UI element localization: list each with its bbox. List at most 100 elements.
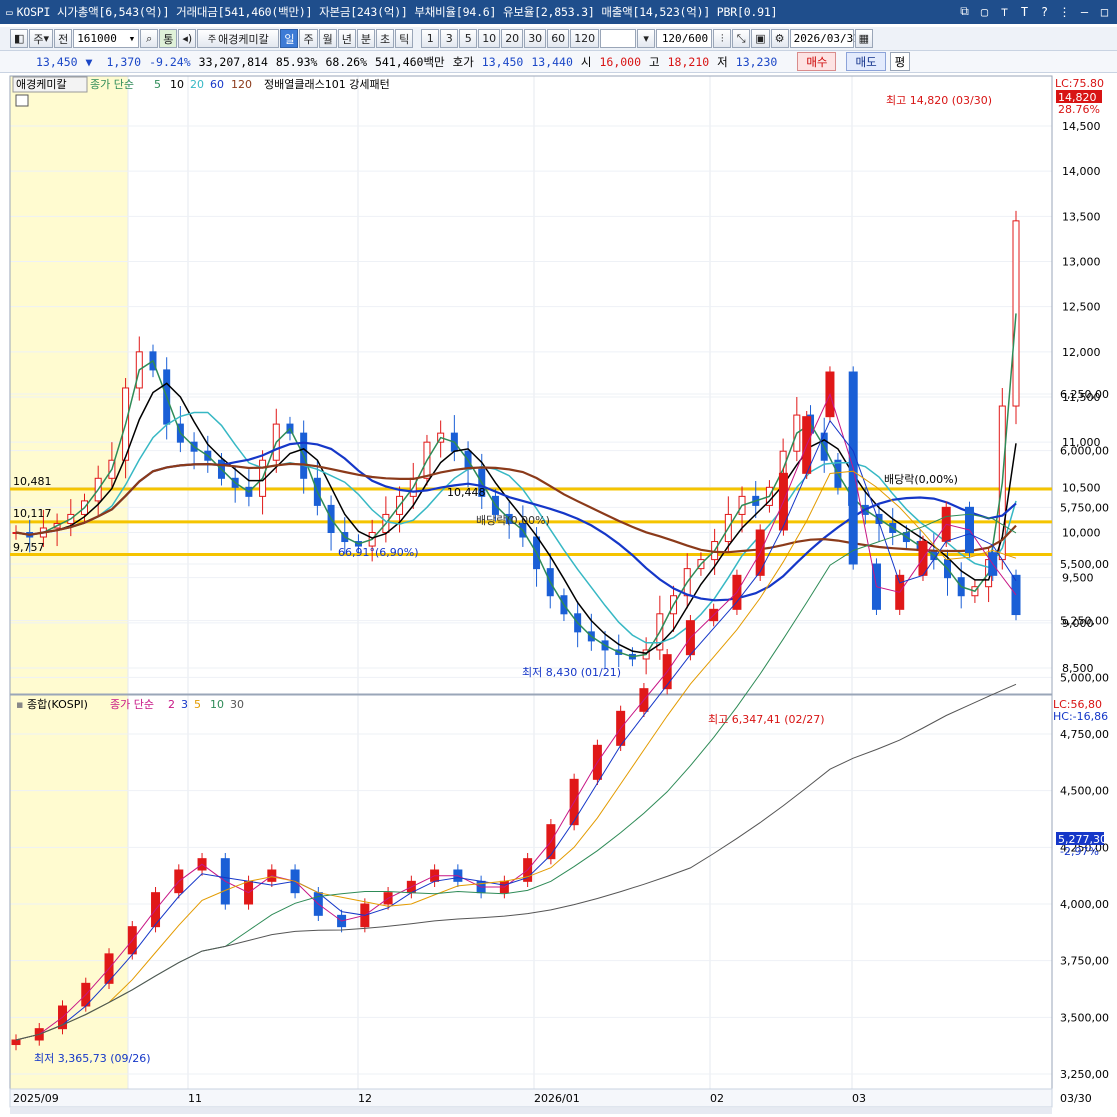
high-label: 고: [649, 54, 660, 69]
sub-last-pct: -2,97%: [1060, 845, 1099, 858]
ma-60-label: 60: [210, 78, 224, 91]
title-bar: ▭ KOSPI 시가총액[6,543(억)] 거래대금[541,460(백만)]…: [0, 0, 1117, 24]
layout-icon[interactable]: ◧: [10, 29, 29, 48]
x-label-5: 03: [852, 1092, 866, 1105]
help-icon[interactable]: ?: [1036, 3, 1053, 20]
sub-y-tick-11: 3,500,00: [1060, 1011, 1109, 1024]
minute-20[interactable]: 20: [501, 29, 524, 48]
chevron-down-icon[interactable]: ▾: [637, 29, 656, 48]
hoga-label: 호가: [452, 54, 474, 69]
main-last-pct: 28.76%: [1058, 103, 1100, 116]
stock-name[interactable]: 주 애경케미칼: [197, 29, 280, 48]
sub-y-tick-7: 4,500,00: [1060, 785, 1109, 798]
minimize-icon[interactable]: –: [1076, 3, 1093, 20]
calendar-icon[interactable]: ▦: [854, 29, 873, 48]
table-icon[interactable]: [15, 94, 29, 107]
minute-10[interactable]: 10: [478, 29, 501, 48]
ma-10-label: 10: [170, 78, 184, 91]
minute-60[interactable]: 60: [547, 29, 570, 48]
ratio2: 68.26%: [325, 54, 367, 69]
main-lc: LC:75.80: [1055, 77, 1104, 90]
main-y-tick-0: 14,500: [1062, 120, 1101, 133]
dots-icon[interactable]: ⋮: [1056, 3, 1073, 20]
code-input[interactable]: 161000 ▾: [73, 29, 140, 48]
tab-month[interactable]: 월: [318, 29, 337, 48]
minute-120[interactable]: 120: [570, 29, 600, 48]
level-label-1: 10,481: [13, 475, 52, 488]
minute-5[interactable]: 5: [459, 29, 478, 48]
quote-bar: 13,450 ▼ 1,370 -9.24% 33,207,814 85.93% …: [0, 51, 1117, 73]
sub-y-tick-5: 5,000,00: [1060, 671, 1109, 684]
sub-candle-43: [1011, 574, 1021, 616]
chart-svg[interactable]: 14,50014,00013,50013,00012,50012,00011,5…: [0, 74, 1117, 1114]
date-input[interactable]: 2026/03/31: [789, 29, 860, 48]
avg-button[interactable]: 평: [889, 52, 911, 71]
buy-button[interactable]: 매수: [797, 52, 837, 71]
save-icon[interactable]: ▣: [751, 29, 770, 48]
sub-y-tick-0: 6,250,00: [1060, 388, 1109, 401]
minute-3[interactable]: 3: [440, 29, 459, 48]
main-legend-ma: 종가 단순: [90, 78, 134, 91]
annot-dividend-2: 배당락(0,00%): [884, 473, 958, 486]
main-y-tick-4: 12,500: [1062, 301, 1101, 314]
draw-tool-icon[interactable]: ⤡: [732, 29, 751, 48]
window-icon[interactable]: ▭: [6, 6, 13, 19]
chart-area[interactable]: 14,500 14,000 13,500 13,000 12,500 12,000 11,5…: [0, 74, 1117, 1114]
sub-ma-2: 2: [168, 698, 175, 711]
x-label-6: 03/30: [1060, 1092, 1092, 1105]
range-input[interactable]: 120/600: [656, 29, 713, 48]
sub-y-tick-2: 5,750,00: [1060, 501, 1109, 514]
sound-icon[interactable]: ◂): [178, 29, 197, 48]
bid-price: 13,440: [531, 54, 573, 69]
sub-ma-5: 5: [194, 698, 201, 711]
volume-ratio: 85.93%: [275, 54, 318, 69]
annot-angle: 66,91°(6,90%): [338, 546, 419, 559]
copy-icon[interactable]: ⧉: [956, 3, 973, 20]
sub-index-name[interactable]: ▪ 종합(KOSPI): [16, 698, 88, 711]
minute-1[interactable]: 1: [421, 29, 440, 48]
search-icon[interactable]: ⌕: [140, 29, 159, 48]
change-value: 1,370: [106, 54, 142, 69]
low-label: 저: [717, 54, 728, 69]
x-label-2: 12: [358, 1092, 372, 1105]
sub-ma-10: 10: [210, 698, 224, 711]
main-stock-name[interactable]: 애경케미칼: [16, 78, 67, 91]
max-label: 최고 14,820 (03/30): [886, 94, 992, 107]
title-text: KOSPI 시가총액[6,543(억)] 거래대금[541,460(백만)] 자…: [16, 5, 778, 19]
gear-icon[interactable]: ⚙: [770, 29, 789, 48]
x-label-1: 11: [188, 1092, 202, 1105]
type-select[interactable]: 주 ▾: [29, 29, 54, 48]
sub-candle-0: [11, 1039, 21, 1046]
tab-tick[interactable]: 틱: [395, 29, 414, 48]
down-arrow-icon: ▼: [85, 54, 93, 69]
sub-max-label: 최고 6,347,41 (02/27): [708, 713, 825, 726]
main-y-tick-9: 10,000: [1062, 527, 1101, 540]
prev-button[interactable]: 전: [54, 29, 73, 48]
tab-minute[interactable]: 분: [356, 29, 375, 48]
tab-year[interactable]: 년: [337, 29, 356, 48]
x-label-0: 2025/09: [13, 1092, 59, 1105]
tong-button[interactable]: 통: [159, 29, 178, 48]
tab-week[interactable]: 주: [299, 29, 318, 48]
level-label-3: 9,757: [13, 541, 45, 554]
sell-button[interactable]: 매도: [846, 52, 886, 71]
pattern-label: 정배열클래스101 강세패턴: [264, 78, 390, 91]
maximize-icon[interactable]: □: [1096, 3, 1113, 20]
scrollbar[interactable]: [10, 1108, 1052, 1114]
tab-second[interactable]: 초: [375, 29, 395, 48]
pin-icon[interactable]: ⊤: [996, 3, 1013, 20]
open-label: 시: [580, 54, 592, 69]
annot-dividend-1: 배당락(0,00%): [476, 514, 550, 527]
minute-custom-input[interactable]: [600, 29, 637, 48]
minute-30[interactable]: 30: [524, 29, 547, 48]
candle-tool-icon[interactable]: ⫶: [713, 29, 732, 48]
trade-amount: 541,460백만: [375, 54, 445, 69]
tab-day[interactable]: 일: [280, 29, 299, 48]
main-y-tick-10: 9,500: [1062, 572, 1094, 585]
font-icon[interactable]: T: [1016, 3, 1033, 20]
x-label-4: 02: [710, 1092, 724, 1105]
main-y-tick-3: 13,000: [1062, 256, 1101, 269]
sub-hc: HC:-16,86: [1053, 710, 1108, 723]
volume: 33,207,814: [198, 54, 268, 69]
window-icon[interactable]: ▢: [976, 3, 993, 20]
